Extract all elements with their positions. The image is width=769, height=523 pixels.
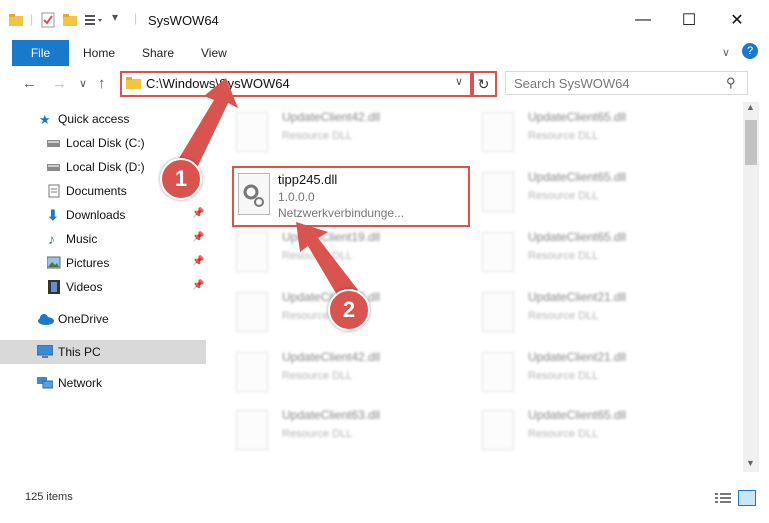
step-badge-1: 1: [160, 158, 202, 200]
step-badge-2: 2: [328, 289, 370, 331]
arrow-to-address-bar: [178, 78, 238, 170]
annotation-overlay: [178, 78, 358, 300]
